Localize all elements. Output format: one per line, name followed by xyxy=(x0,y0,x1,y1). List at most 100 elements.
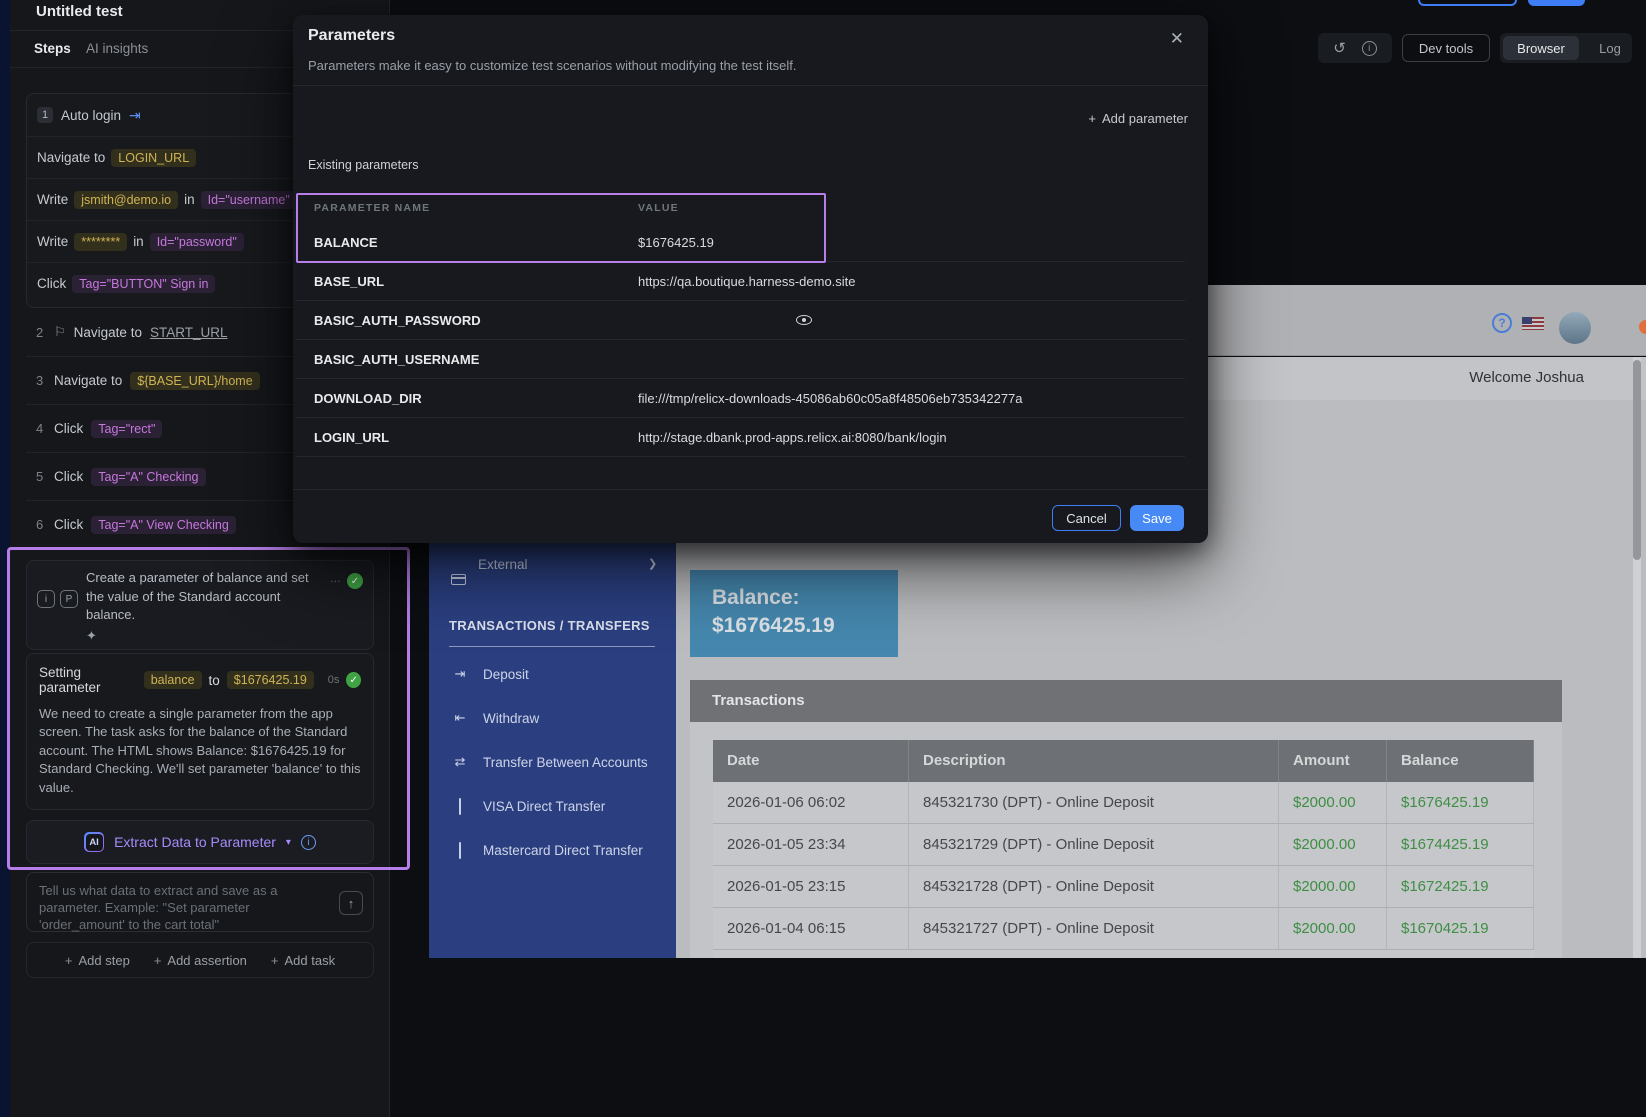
plus-icon: + xyxy=(65,953,73,968)
add-parameter-label: Add parameter xyxy=(1102,111,1188,126)
extract-data-button[interactable]: AI Extract Data to Parameter ▾ i xyxy=(26,820,374,864)
parameter-value: http://stage.dbank.prod-apps.relicx.ai:8… xyxy=(638,430,1185,445)
cell-date: 2026-01-05 23:34 xyxy=(713,824,909,865)
sidebar-item-mastercard-direct-transfer[interactable]: Mastercard Direct Transfer xyxy=(429,828,676,872)
locator-chip[interactable]: Tag="A" View Checking xyxy=(91,516,236,534)
sidebar-item-external[interactable]: External xyxy=(478,557,528,572)
parameters-table: PARAMETER NAME VALUE BALANCE$1676425.19B… xyxy=(296,193,1185,457)
parameter-row[interactable]: DOWNLOAD_DIRfile:///tmp/relicx-downloads… xyxy=(296,379,1185,418)
tab-steps[interactable]: Steps xyxy=(34,41,71,56)
locator-chip[interactable]: Tag="rect" xyxy=(91,420,162,438)
parameter-row[interactable]: BASE_URLhttps://qa.boutique.harness-demo… xyxy=(296,262,1185,301)
step-number: 2 xyxy=(36,325,46,340)
send-icon[interactable]: ↑ xyxy=(339,891,363,915)
save-button[interactable]: Save xyxy=(1130,505,1184,531)
setting-parameter-card[interactable]: Setting parameter balance to $1676425.19… xyxy=(26,653,374,810)
dev-tools-button[interactable]: Dev tools xyxy=(1402,34,1490,62)
info-icon[interactable]: i xyxy=(1362,41,1377,56)
parameter-name: DOWNLOAD_DIR xyxy=(296,391,638,406)
login-icon: ⇥ xyxy=(129,107,141,124)
value-chip[interactable]: jsmith@demo.io xyxy=(74,191,178,209)
test-title[interactable]: Untitled test xyxy=(36,3,123,20)
to-label: to xyxy=(209,673,220,688)
check-icon: ✓ xyxy=(346,672,361,688)
parameter-name: LOGIN_URL xyxy=(296,430,638,445)
eye-icon[interactable] xyxy=(796,315,812,325)
task-icons: i P xyxy=(37,569,78,629)
add-action-label: Add assertion xyxy=(167,953,247,968)
step-text: Click xyxy=(54,421,83,436)
column-header-description: Description xyxy=(909,740,1279,782)
param-value-chip[interactable]: $1676425.19 xyxy=(227,671,314,689)
transactions-panel-header: Transactions xyxy=(690,680,1562,722)
sidebar-item-visa-direct-transfer[interactable]: VISA Direct Transfer xyxy=(429,784,676,828)
param-name-chip[interactable]: balance xyxy=(144,671,202,689)
cell-date: 2026-01-05 23:15 xyxy=(713,866,909,907)
add-action-label: Add step xyxy=(78,953,129,968)
step-number: 5 xyxy=(36,469,46,484)
sidebar-item-label: VISA Direct Transfer xyxy=(483,799,605,814)
step-text: Navigate to xyxy=(37,150,105,165)
plus-icon: + xyxy=(154,953,162,968)
cell-date: 2026-01-06 06:02 xyxy=(713,782,909,823)
chevron-down-icon[interactable]: ▾ xyxy=(286,837,291,848)
parameter-row[interactable]: BALANCE$1676425.19 xyxy=(296,223,1185,262)
cell-bal: $1670425.19 xyxy=(1387,908,1534,949)
value-chip[interactable]: ******** xyxy=(74,233,127,251)
tab-ai-insights[interactable]: AI insights xyxy=(86,41,148,56)
info-mini-icon: i xyxy=(37,590,55,608)
step-text: Click xyxy=(37,276,66,291)
close-icon[interactable]: ✕ xyxy=(1170,29,1184,49)
help-icon[interactable]: ? xyxy=(1492,313,1512,333)
add-action-label: Add task xyxy=(285,953,336,968)
toolbar-icon-group: ↺ i xyxy=(1318,33,1392,63)
parameter-row[interactable]: LOGIN_URLhttp://stage.dbank.prod-apps.re… xyxy=(296,418,1185,457)
scrollbar-thumb[interactable] xyxy=(1633,360,1641,560)
sidebar-item-transfer-between-accounts[interactable]: ⇄Transfer Between Accounts xyxy=(429,740,676,784)
table-row: 2026-01-06 06:02845321730 (DPT) - Online… xyxy=(713,782,1534,824)
setting-parameter-label: Setting parameter xyxy=(39,665,137,695)
add-add-task-button[interactable]: +Add task xyxy=(271,953,335,968)
tab-browser[interactable]: Browser xyxy=(1503,36,1579,60)
table-row: 2026-01-05 23:34845321729 (DPT) - Online… xyxy=(713,824,1534,866)
sidebar-item-label: Deposit xyxy=(483,667,529,682)
locator-chip[interactable]: Id="password" xyxy=(150,233,244,251)
balance-card: Balance: $1676425.19 xyxy=(690,570,898,657)
parameter-name: BASE_URL xyxy=(296,274,638,289)
parameter-row[interactable]: BASIC_AUTH_USERNAME xyxy=(296,340,1185,379)
parameter-value: https://qa.boutique.harness-demo.site xyxy=(638,274,1185,289)
value-chip[interactable]: ${BASE_URL}/home xyxy=(130,372,259,390)
tab-log[interactable]: Log xyxy=(1590,36,1630,60)
add-add-assertion-button[interactable]: + Add assertion xyxy=(154,953,247,968)
clipped-primary-button[interactable] xyxy=(1528,0,1585,6)
add-add-step-button[interactable]: + Add step xyxy=(65,953,130,968)
locator-chip[interactable]: Tag="A" Checking xyxy=(91,468,205,486)
column-header-value: VALUE xyxy=(638,202,679,214)
clipped-secondary-button[interactable] xyxy=(1418,0,1517,6)
step-text: Write xyxy=(37,234,68,249)
start-url-link[interactable]: START_URL xyxy=(150,325,228,340)
extract-prompt-input[interactable]: Tell us what data to extract and save as… xyxy=(26,872,374,932)
locator-chip[interactable]: Id="username" xyxy=(201,191,297,209)
balance-label: Balance: xyxy=(712,584,898,612)
sidebar-item-deposit[interactable]: ⇥Deposit xyxy=(429,652,676,696)
avatar[interactable] xyxy=(1559,312,1591,344)
refresh-icon[interactable]: ↺ xyxy=(1333,39,1346,57)
locator-chip[interactable]: Tag="BUTTON" Sign in xyxy=(72,275,215,293)
cell-desc: 845321729 (DPT) - Online Deposit xyxy=(909,824,1279,865)
cancel-button[interactable]: Cancel xyxy=(1052,505,1121,531)
step-text: in xyxy=(133,234,144,249)
ai-task-card[interactable]: i P Create a parameter of balance and se… xyxy=(26,560,374,650)
step-text: Navigate to xyxy=(74,325,142,340)
sidebar-item-label: Withdraw xyxy=(483,711,539,726)
parameter-name: BALANCE xyxy=(296,235,638,250)
parameter-row[interactable]: BASIC_AUTH_PASSWORD xyxy=(296,301,1185,340)
sidebar-item-withdraw[interactable]: ⇤Withdraw xyxy=(429,696,676,740)
add-parameter-button[interactable]: + Add parameter xyxy=(1088,111,1188,126)
cell-amt: $2000.00 xyxy=(1279,824,1387,865)
step-text: Write xyxy=(37,192,68,207)
us-flag-icon[interactable] xyxy=(1522,317,1544,330)
sidebar-section-title: TRANSACTIONS / TRANSFERS xyxy=(449,618,650,633)
value-chip[interactable]: LOGIN_URL xyxy=(111,149,196,167)
info-icon[interactable]: i xyxy=(301,835,316,850)
